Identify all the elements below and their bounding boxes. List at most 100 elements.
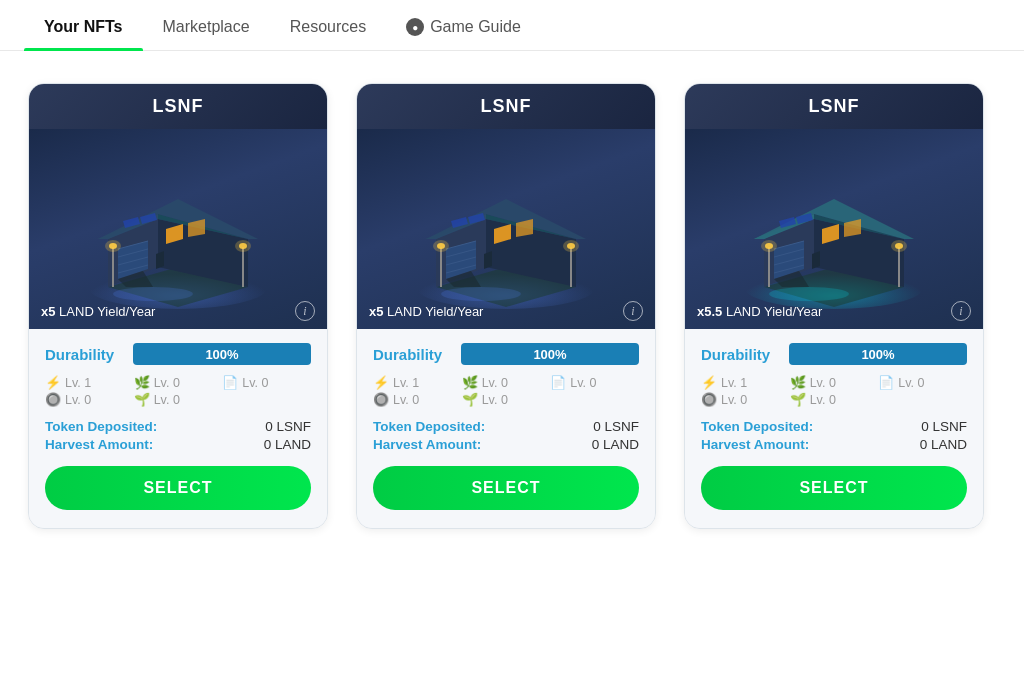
level-label-1-2: Lv. 0 — [154, 376, 180, 390]
nav-label-your-nfts: Your NFTs — [44, 18, 123, 35]
select-button-1[interactable]: SELECT — [45, 466, 311, 510]
yield-num-3: x5.5 — [697, 304, 722, 319]
token-deposited-label-2: Token Deposited: — [373, 419, 485, 434]
level-icon-3-2: 🌿 — [790, 375, 806, 390]
svg-marker-64 — [812, 251, 820, 269]
level-label-1-3: Lv. 0 — [242, 376, 268, 390]
svg-marker-39 — [484, 251, 492, 269]
level-icon-3-4: 🔘 — [701, 392, 717, 407]
harvest-amount-row-2: Harvest Amount: 0 LAND — [373, 437, 639, 452]
level-icon-1-1: ⚡ — [45, 375, 61, 390]
nft-card-2: LSNF — [356, 83, 656, 529]
harvest-amount-value-3: 0 LAND — [920, 437, 967, 452]
level-label-2-4: Lv. 0 — [393, 393, 419, 407]
level-item-2-4: 🔘 Lv. 0 — [373, 392, 462, 407]
level-item-1-3: 📄 Lv. 0 — [222, 375, 311, 390]
cards-container: LSNF — [0, 51, 1024, 561]
info-icon-3[interactable]: i — [951, 301, 971, 321]
level-item-3-5: 🌱 Lv. 0 — [790, 392, 879, 407]
level-icon-3-5: 🌱 — [790, 392, 806, 407]
yield-num-2: x5 — [369, 304, 383, 319]
level-icon-1-2: 🌿 — [134, 375, 150, 390]
level-icon-1-4: 🔘 — [45, 392, 61, 407]
card-body-2: Durability 100% ⚡ Lv. 1 🌿 Lv. 0 — [357, 329, 655, 528]
level-label-3-1: Lv. 1 — [721, 376, 747, 390]
levels-grid-3: ⚡ Lv. 1 🌿 Lv. 0 📄 Lv. 0 🔘 — [701, 375, 967, 407]
durability-row-2: Durability 100% — [373, 343, 639, 365]
svg-marker-14 — [156, 251, 164, 269]
level-icon-3-1: ⚡ — [701, 375, 717, 390]
nav-item-resources[interactable]: Resources — [270, 0, 386, 50]
nav-item-game-guide[interactable]: ● Game Guide — [386, 0, 541, 50]
nav-label-game-guide: Game Guide — [430, 18, 521, 36]
level-icon-1-3: 📄 — [222, 375, 238, 390]
svg-point-22 — [113, 287, 193, 301]
card-title-1: LSNF — [153, 96, 204, 116]
token-info-3: Token Deposited: 0 LSNF Harvest Amount: … — [701, 419, 967, 452]
level-label-1-4: Lv. 0 — [65, 393, 91, 407]
nav-item-marketplace[interactable]: Marketplace — [143, 0, 270, 50]
token-info-1: Token Deposited: 0 LSNF Harvest Amount: … — [45, 419, 311, 452]
level-item-3-2: 🌿 Lv. 0 — [790, 375, 879, 390]
durability-label-1: Durability — [45, 346, 125, 363]
level-icon-1-5: 🌱 — [134, 392, 150, 407]
info-icon-2[interactable]: i — [623, 301, 643, 321]
level-icon-2-1: ⚡ — [373, 375, 389, 390]
svg-point-17 — [105, 240, 121, 252]
select-button-3[interactable]: SELECT — [701, 466, 967, 510]
token-deposited-row-2: Token Deposited: 0 LSNF — [373, 419, 639, 434]
levels-grid-2: ⚡ Lv. 1 🌿 Lv. 0 📄 Lv. 0 🔘 — [373, 375, 639, 407]
card-title-3: LSNF — [809, 96, 860, 116]
yield-label-2: LAND Yield/Year — [387, 304, 483, 319]
nav-label-resources: Resources — [290, 18, 366, 35]
level-label-3-5: Lv. 0 — [810, 393, 836, 407]
token-info-2: Token Deposited: 0 LSNF Harvest Amount: … — [373, 419, 639, 452]
svg-point-47 — [441, 287, 521, 301]
level-label-3-2: Lv. 0 — [810, 376, 836, 390]
harvest-amount-row-1: Harvest Amount: 0 LAND — [45, 437, 311, 452]
card-title-2: LSNF — [481, 96, 532, 116]
level-label-1-5: Lv. 0 — [154, 393, 180, 407]
token-deposited-label-1: Token Deposited: — [45, 419, 157, 434]
svg-point-72 — [769, 287, 849, 301]
yield-label-1: LAND Yield/Year — [59, 304, 155, 319]
token-deposited-row-1: Token Deposited: 0 LSNF — [45, 419, 311, 434]
durability-label-2: Durability — [373, 346, 453, 363]
level-icon-2-4: 🔘 — [373, 392, 389, 407]
card-body-3: Durability 100% ⚡ Lv. 1 🌿 Lv. 0 — [685, 329, 983, 528]
levels-grid-1: ⚡ Lv. 1 🌿 Lv. 0 📄 Lv. 0 🔘 — [45, 375, 311, 407]
durability-bar-3: 100% — [789, 343, 967, 365]
select-button-2[interactable]: SELECT — [373, 466, 639, 510]
yield-num-1: x5 — [41, 304, 55, 319]
durability-pct-3: 100% — [861, 347, 894, 362]
svg-point-67 — [761, 240, 777, 252]
token-deposited-row-3: Token Deposited: 0 LSNF — [701, 419, 967, 434]
card-header-3: LSNF — [685, 84, 983, 129]
level-icon-2-5: 🌱 — [462, 392, 478, 407]
info-icon-1[interactable]: i — [295, 301, 315, 321]
yield-badge-1: x5 LAND Yield/Year — [41, 304, 155, 319]
game-guide-icon: ● — [406, 18, 424, 36]
level-item-2-1: ⚡ Lv. 1 — [373, 375, 462, 390]
nft-card-1: LSNF — [28, 83, 328, 529]
level-item-3-4: 🔘 Lv. 0 — [701, 392, 790, 407]
level-icon-3-3: 📄 — [878, 375, 894, 390]
level-label-2-1: Lv. 1 — [393, 376, 419, 390]
harvest-amount-value-1: 0 LAND — [264, 437, 311, 452]
durability-row-1: Durability 100% — [45, 343, 311, 365]
svg-point-20 — [235, 240, 251, 252]
level-icon-2-2: 🌿 — [462, 375, 478, 390]
harvest-amount-label-1: Harvest Amount: — [45, 437, 153, 452]
durability-row-3: Durability 100% — [701, 343, 967, 365]
nav-label-marketplace: Marketplace — [163, 18, 250, 35]
card-image-3: x5.5 LAND Yield/Year i — [685, 129, 983, 329]
yield-badge-3: x5.5 LAND Yield/Year — [697, 304, 822, 319]
level-item-1-2: 🌿 Lv. 0 — [134, 375, 223, 390]
level-label-3-3: Lv. 0 — [898, 376, 924, 390]
level-item-1-1: ⚡ Lv. 1 — [45, 375, 134, 390]
nav-item-your-nfts[interactable]: Your NFTs — [24, 0, 143, 50]
level-item-1-4: 🔘 Lv. 0 — [45, 392, 134, 407]
level-item-2-5: 🌱 Lv. 0 — [462, 392, 551, 407]
token-deposited-label-3: Token Deposited: — [701, 419, 813, 434]
level-label-1-1: Lv. 1 — [65, 376, 91, 390]
